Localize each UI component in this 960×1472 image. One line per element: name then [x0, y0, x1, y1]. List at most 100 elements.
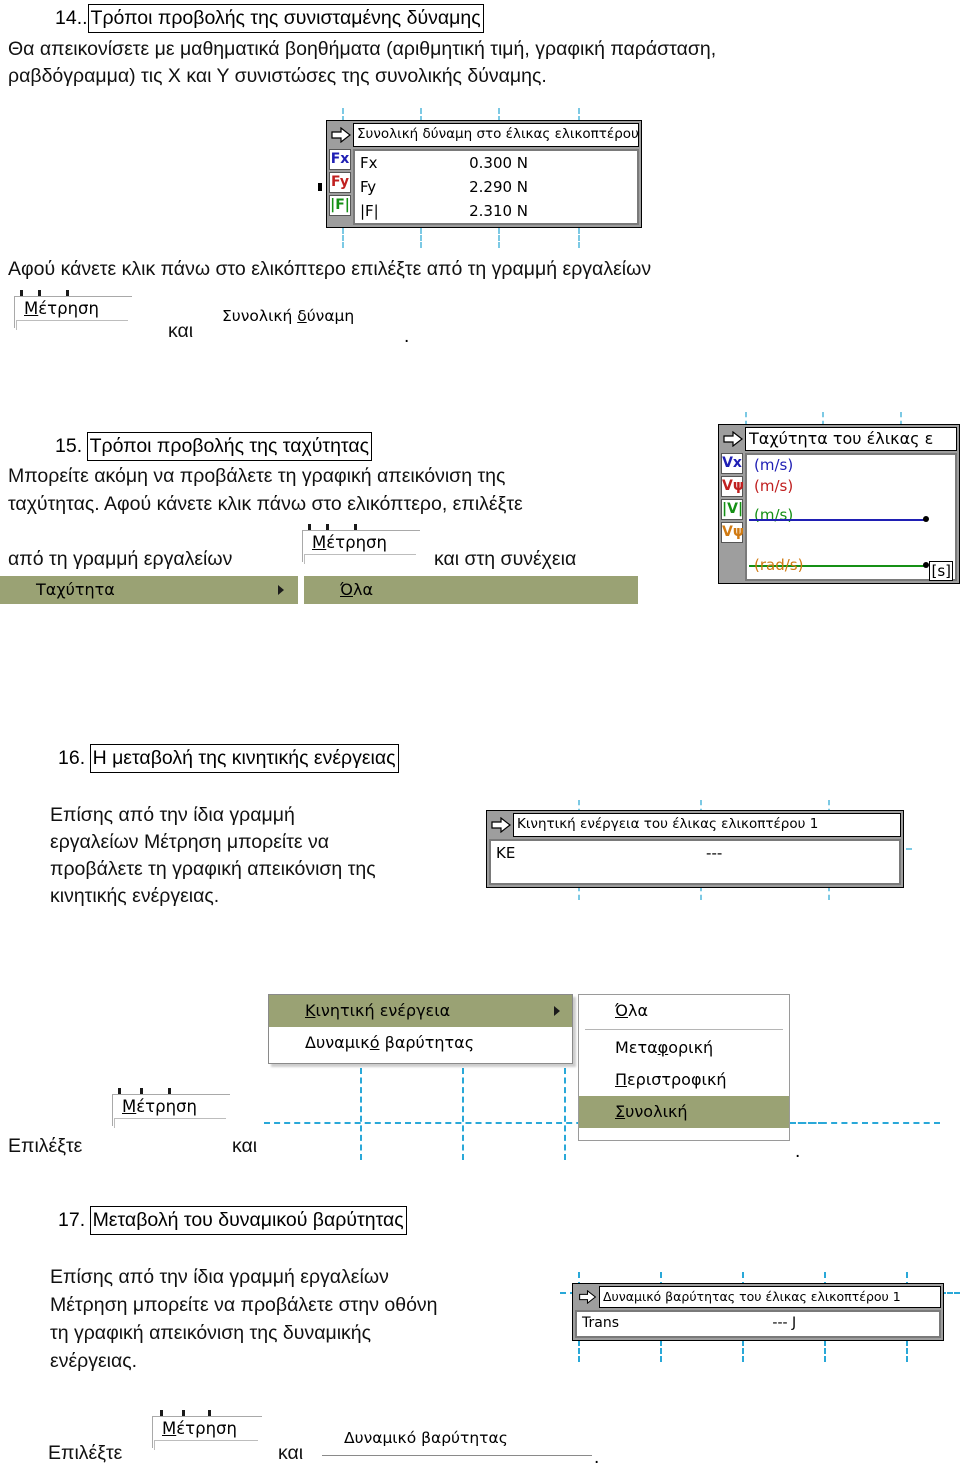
velocity-dialog-titlebar: Ταχύτητα του έλικας ε	[719, 425, 959, 451]
menu-label-dynamiko-varytitas[interactable]: Δυναμικό βαρύτητας	[344, 1428, 508, 1448]
vy-icon[interactable]: Vψ	[721, 476, 744, 497]
force-dialog-left-marker	[318, 183, 322, 191]
fy-icon[interactable]: Fy	[329, 172, 351, 193]
energy-menu-panel[interactable]: Κινητική ενέργεια Δυναμικό βαρύτητας	[268, 994, 573, 1064]
label-mnemonic: Σ	[615, 1102, 626, 1121]
submenu-item-synoliki[interactable]: Συνολική	[579, 1096, 789, 1128]
label-suffix: ινητική ενέργεια	[315, 1001, 451, 1020]
section-14-paragraph-line-2: ραβδόγραμμα) τις Χ και Υ συνιστώσες της …	[8, 65, 547, 87]
velocity-unit-vx: (m/s)	[754, 456, 794, 474]
velocity-point-green	[923, 562, 929, 568]
kai-connector: και	[278, 1442, 304, 1464]
label-prefix: Δυναμικ	[305, 1033, 370, 1052]
toolbar-button-label: Μέτρηση	[24, 299, 99, 319]
label-mnemonic: Κ	[305, 1001, 316, 1020]
potential-energy-dialog[interactable]: Δυναμικό βαρύτητας του έλικας ελικοπτέρο…	[572, 1283, 944, 1341]
toolbar-label-rest: έτρηση	[136, 1097, 197, 1116]
arrow-right-icon[interactable]	[575, 1286, 599, 1308]
toolbar-button-metrisi[interactable]: Μέτρηση	[302, 524, 420, 566]
velocity-unit-vy: (m/s)	[754, 477, 794, 495]
menu-label-underline-rule	[322, 1455, 592, 1456]
guide-vertical	[828, 886, 830, 900]
toolbar-button-metrisi[interactable]: Μέτρηση	[112, 1088, 230, 1130]
section-16-number: 16.	[58, 747, 86, 769]
section-14-paragraph-line-1: Θα απεικονίσετε με μαθηματικά βοηθήματα …	[8, 38, 717, 60]
toolbar-label-mnemonic: Μ	[24, 299, 39, 318]
section-17-paragraph-line-2: Μέτρηση μπορείτε να προβάλετε στην οθόνη	[50, 1294, 438, 1316]
arrow-right-icon[interactable]	[721, 427, 745, 451]
f-magnitude-icon[interactable]: |F|	[329, 195, 351, 216]
guide-vertical	[462, 1068, 464, 1160]
force-measurement-dialog[interactable]: Συνολική δύναμη στο έλικας ελικοπτέρου 1…	[326, 120, 642, 228]
guide-vertical	[824, 1340, 826, 1362]
potential-dialog-titlebar: Δυναμικό βαρύτητας του έλικας ελικοπτέρο…	[573, 1284, 943, 1308]
label-mnemonic: χ	[56, 580, 66, 599]
velocity-dialog-title: Ταχύτητα του έλικας ε	[745, 427, 957, 451]
submenu-item-peristrofiki[interactable]: Περιστροφική	[579, 1064, 789, 1096]
force-dialog-icon-strip: Fx Fy |F|	[329, 149, 353, 225]
kinetic-dialog-body: KE ---	[487, 837, 903, 887]
table-row: Fy 2.290 N	[355, 175, 637, 199]
section-17-paragraph-line-3: τη γραφική απεικόνιση της δυναμικής	[50, 1322, 372, 1344]
row-label: Trans	[582, 1315, 619, 1331]
label-suffix: ορική	[668, 1038, 714, 1057]
guide-vertical	[578, 886, 580, 900]
menu-item-tachytita-label: Ταχύτητα	[0, 576, 298, 604]
toolbar-line-suffix: και στη συνέχεια	[434, 548, 577, 570]
label-mnemonic: φ	[657, 1038, 669, 1057]
toolbar-button-metrisi[interactable]: Μέτρηση	[14, 290, 132, 332]
velocity-axis-label: [s]	[929, 561, 953, 581]
submenu-item-metaforiki[interactable]: Μεταφορική	[579, 1032, 789, 1064]
v-angular-icon[interactable]: Vψ	[721, 522, 744, 543]
potential-dialog-body: Trans --- J	[573, 1308, 943, 1340]
arrow-right-icon[interactable]	[329, 123, 353, 147]
row-label: |F|	[360, 202, 379, 220]
section-16-title: Η μεταβολή της κινητικής ενέργειας	[89, 744, 399, 773]
toolbar-label-mnemonic: Μ	[162, 1419, 177, 1438]
vx-icon[interactable]: Vx	[721, 453, 743, 474]
guide-vertical	[660, 1340, 662, 1362]
table-row: Trans --- J	[577, 1312, 939, 1334]
toolbar-label-mnemonic: Μ	[122, 1097, 137, 1116]
menu-separator	[585, 1029, 783, 1030]
toolbar-button-metrisi[interactable]: Μέτρηση	[152, 1410, 262, 1452]
potential-dialog-values-panel: Trans --- J	[575, 1310, 941, 1338]
velocity-dialog-graph-panel: (m/s) (m/s) (m/s) (rad/s) [s]	[745, 453, 957, 581]
section-15-heading: 15. Τρόποι προβολής της ταχύτητας	[55, 432, 373, 461]
section-14-number: 14.	[55, 7, 83, 29]
energy-submenu-panel[interactable]: Όλα Μεταφορική Περιστροφική Συνολική	[578, 994, 790, 1141]
row-value: 0.300 N	[469, 154, 529, 172]
table-row: KE ---	[491, 841, 899, 865]
menu-item-kinetic-energy[interactable]: Κινητική ενέργεια	[269, 995, 572, 1027]
toolbar-line-prefix: από τη γραμμή εργαλείων	[8, 548, 233, 570]
section-17-paragraph-line-1: Επίσης από την ίδια γραμμή εργαλείων	[50, 1266, 389, 1288]
guide-horizontal	[790, 1122, 940, 1124]
menu-item-gravitational-potential[interactable]: Δυναμικό βαρύτητας	[269, 1027, 572, 1059]
toolbar-button-label: Μέτρηση	[162, 1419, 237, 1439]
kinetic-dialog-values-panel: KE ---	[489, 839, 901, 885]
select-instruction: Επιλέξτε	[8, 1135, 83, 1157]
menu-item-tachytita[interactable]: Ταχύτητα	[0, 576, 298, 604]
fx-icon[interactable]: Fx	[329, 149, 351, 170]
velocity-measurement-dialog[interactable]: Ταχύτητα του έλικας ε Vx Vψ |V| Vψ (m/s)…	[718, 424, 960, 584]
label-prefix: Μετα	[615, 1038, 658, 1057]
section-16-paragraph-line-3: προβάλετε τη γραφική απεικόνιση της	[50, 858, 376, 880]
menu-item-ola[interactable]: Όλα	[304, 576, 638, 604]
row-value: ---	[706, 844, 723, 862]
menu-label-synoliki-dynami[interactable]: Συνολική δύναμη	[222, 306, 354, 326]
guide-vertical	[906, 1340, 908, 1362]
v-magnitude-icon[interactable]: |V|	[721, 499, 743, 520]
force-dialog-titlebar: Συνολική δύναμη στο έλικας ελικοπτέρου 1	[327, 121, 641, 147]
row-value: 2.290 N	[469, 178, 529, 196]
toolbar-label-rest: έτρηση	[176, 1419, 237, 1438]
force-dialog-title: Συνολική δύναμη στο έλικας ελικοπτέρου 1	[353, 123, 639, 147]
guide-vertical	[578, 1340, 580, 1362]
arrow-right-icon[interactable]	[489, 813, 513, 837]
velocity-dialog-icon-strip: Vx Vψ |V| Vψ	[721, 453, 745, 581]
label-suffix: υνολική	[625, 1102, 688, 1121]
kinetic-energy-dialog[interactable]: Κινητική ενέργεια του έλικας ελικοπτέρου…	[486, 810, 904, 888]
section-16-paragraph-line-1: Επίσης από την ίδια γραμμή	[50, 804, 295, 826]
table-row: |F| 2.310 N	[355, 199, 637, 223]
submenu-item-ola[interactable]: Όλα	[579, 995, 789, 1027]
menu-label-text: Δυναμικό βαρύτητας	[344, 1429, 508, 1447]
